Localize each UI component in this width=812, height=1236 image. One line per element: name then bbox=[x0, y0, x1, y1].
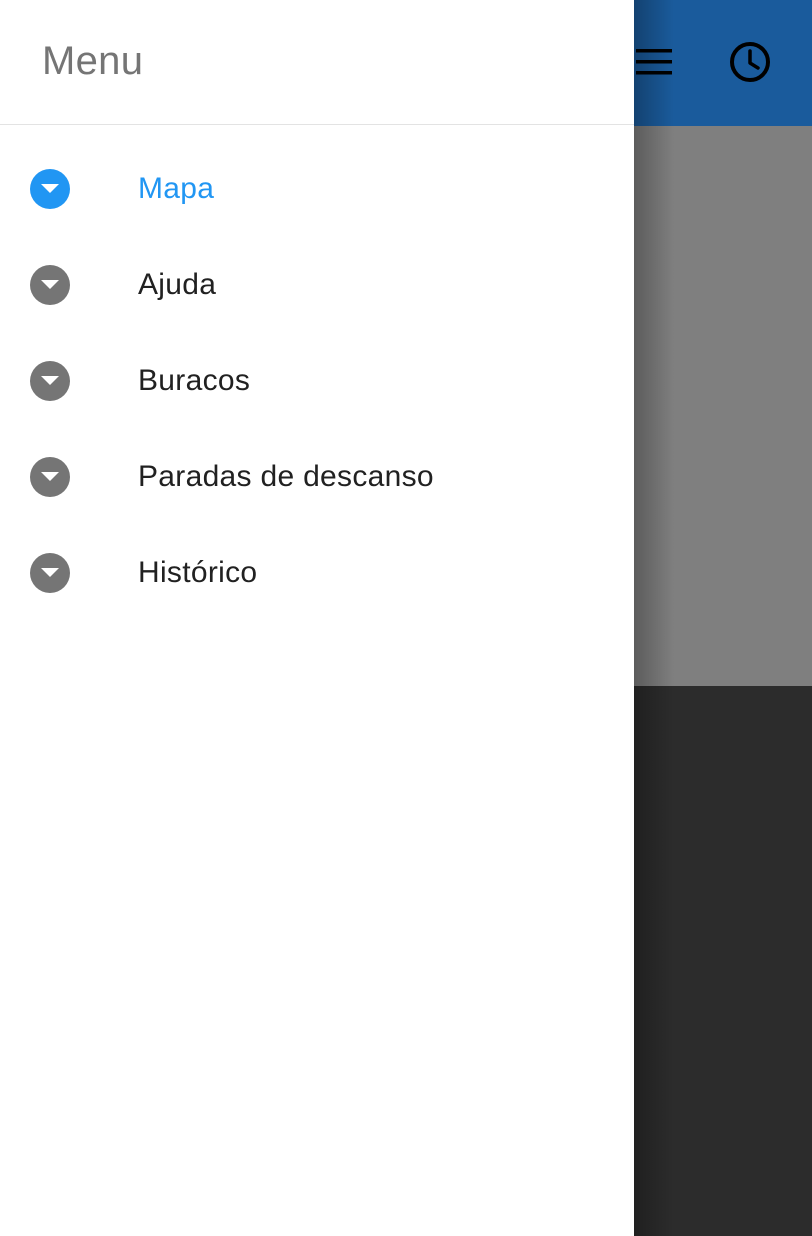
menu-item-label: Paradas de descanso bbox=[138, 460, 434, 493]
menu-item-label: Mapa bbox=[138, 172, 215, 205]
menu-item-label: Buracos bbox=[138, 364, 251, 397]
menu-item-historico[interactable]: Histórico bbox=[0, 525, 634, 621]
caret-down-circle-icon bbox=[30, 169, 70, 209]
drawer-title: Menu bbox=[42, 38, 144, 83]
menu-item-ajuda[interactable]: Ajuda bbox=[0, 237, 634, 333]
caret-down-circle-icon bbox=[30, 457, 70, 497]
drawer-menu-list: Mapa Ajuda Buracos Paradas de descanso H… bbox=[0, 125, 634, 621]
menu-item-paradas-de-descanso[interactable]: Paradas de descanso bbox=[0, 429, 634, 525]
clock-icon[interactable] bbox=[722, 34, 778, 90]
menu-item-label: Histórico bbox=[138, 556, 258, 589]
screen: Menu Mapa Ajuda Buracos Paradas de desca… bbox=[0, 0, 812, 1236]
caret-down-circle-icon bbox=[30, 265, 70, 305]
menu-item-label: Ajuda bbox=[138, 268, 217, 301]
caret-down-circle-icon bbox=[30, 361, 70, 401]
hamburger-icon[interactable] bbox=[630, 38, 678, 86]
navigation-drawer: Menu Mapa Ajuda Buracos Paradas de desca… bbox=[0, 0, 634, 1236]
menu-item-mapa[interactable]: Mapa bbox=[0, 141, 634, 237]
drawer-header: Menu bbox=[0, 0, 634, 125]
caret-down-circle-icon bbox=[30, 553, 70, 593]
menu-item-buracos[interactable]: Buracos bbox=[0, 333, 634, 429]
